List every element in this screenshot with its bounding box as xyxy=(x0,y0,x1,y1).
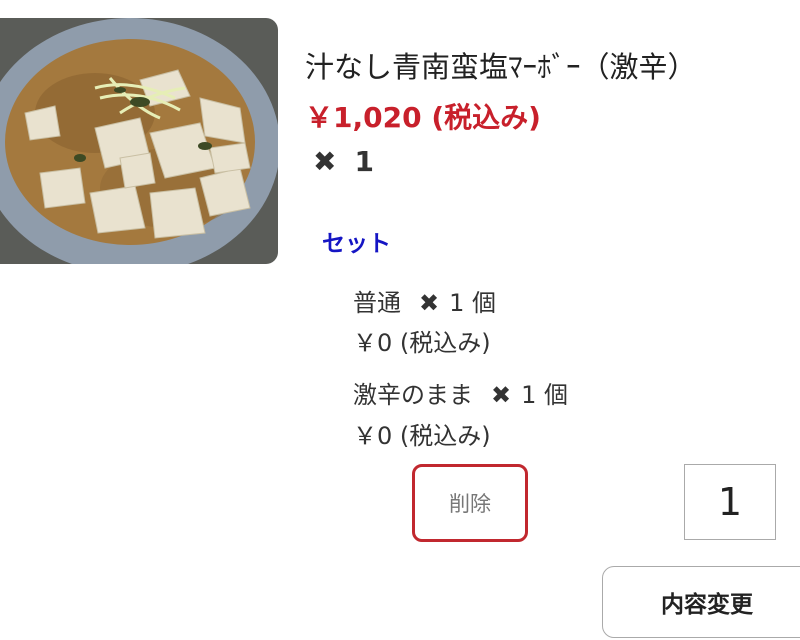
set-option-name: 普通 xyxy=(353,289,401,317)
delete-button[interactable]: 削除 xyxy=(412,464,528,542)
set-option-price: ￥0 (税込み) xyxy=(353,329,491,357)
item-photo xyxy=(0,18,278,264)
x-icon: ✖ xyxy=(491,381,512,409)
item-price: ￥1,020 (税込み) xyxy=(305,101,541,134)
item-quantity-line: ✖ 1 xyxy=(313,145,374,178)
set-option-1: 普通 ✖ 1 個 xyxy=(353,283,496,318)
set-option-count: 1 個 xyxy=(449,289,497,317)
set-option-2: 激辛のまま ✖ 1 個 xyxy=(353,375,568,410)
set-option-price: ￥0 (税込み) xyxy=(353,422,491,450)
item-title: 汁なし青南蛮塩ﾏｰﾎﾞｰ（激辛） xyxy=(305,50,697,84)
set-section-label: セット xyxy=(322,231,391,257)
set-option-count: 1 個 xyxy=(521,381,569,409)
quantity-input[interactable]: 1 xyxy=(684,464,776,540)
change-contents-button[interactable]: 内容変更 xyxy=(602,566,800,638)
x-icon: ✖ xyxy=(313,145,337,178)
set-option-name: 激辛のまま xyxy=(353,381,473,409)
item-quantity: 1 xyxy=(354,145,374,178)
x-icon: ✖ xyxy=(419,289,440,317)
